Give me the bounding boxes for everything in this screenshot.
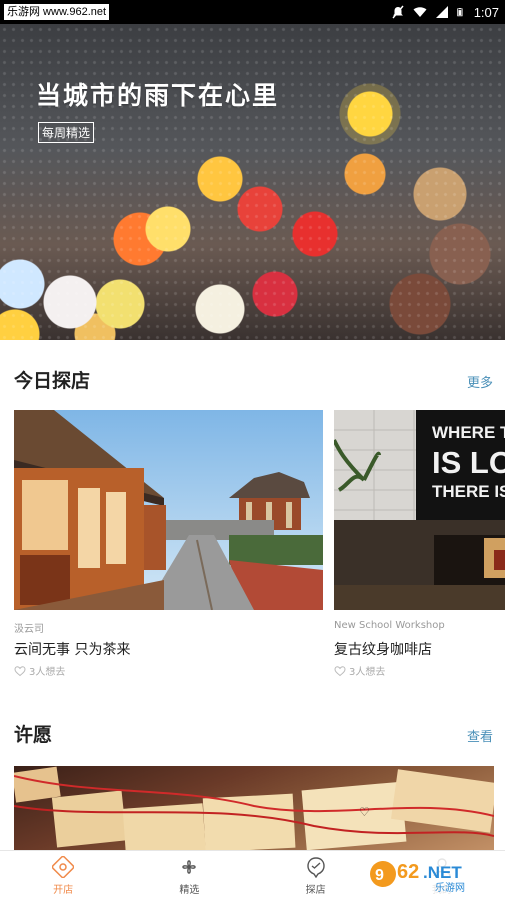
svg-text:WHERE THERE: WHERE THERE (432, 423, 505, 442)
shop-card-title: 复古纹身咖啡店 (334, 642, 432, 658)
weekly-pick-tag: 每周精选 (38, 122, 95, 143)
svg-text:♡: ♡ (359, 805, 370, 819)
today-shops-title: 今日探店 (14, 370, 91, 392)
want-to-go[interactable]: 3人想去 (14, 663, 323, 678)
wish-title: 许愿 (14, 724, 53, 746)
shop-card-title: 云间无事 只为茶来 (14, 642, 131, 658)
wifi-icon (413, 7, 427, 17)
status-icons: 1:07 (391, 0, 499, 24)
want-to-go[interactable]: 3人想去 (334, 663, 505, 678)
svg-text:THERE IS LIFE: THERE IS LIFE (432, 482, 505, 501)
shop-cards-carousel[interactable]: 汲云司 云间无事 只为茶来 3人想去 WHERE THERE (14, 410, 505, 680)
svg-text:.NET: .NET (423, 863, 462, 882)
clock: 1:07 (473, 4, 499, 20)
tab-featured[interactable]: 精选 (126, 851, 252, 900)
view-link[interactable]: 查看 (467, 726, 493, 745)
tab-explore[interactable]: 探店 (253, 851, 379, 900)
shop-icon (52, 855, 75, 878)
tab-label: 探店 (305, 884, 326, 896)
teahouse-photo (14, 410, 323, 610)
shop-card-subtitle: New School Workshop (334, 620, 445, 631)
site-label: 乐游网 www.962.net (4, 4, 110, 20)
status-bar: 乐游网 www.962.net 1:07 (0, 0, 505, 24)
svg-text:乐游网: 乐游网 (435, 881, 465, 894)
tattoo-cafe-photo: WHERE THERE IS LOVE THERE IS LIFE (334, 410, 505, 610)
svg-text:IS LOVE: IS LOVE (432, 445, 505, 480)
shop-card[interactable]: 汲云司 云间无事 只为茶来 3人想去 (14, 410, 323, 678)
shop-card[interactable]: WHERE THERE IS LOVE THERE IS LIFE New Sc… (334, 410, 505, 678)
heart-icon[interactable] (334, 665, 346, 677)
tab-open-shop[interactable]: 开店 (0, 851, 126, 900)
hero-title: 当城市的雨下在心里 (36, 81, 280, 110)
want-to-go-count: 3人想去 (29, 667, 66, 678)
site-logo: 9 62 .NET 乐游网 (369, 854, 497, 894)
notification-off-icon (392, 5, 404, 19)
site-watermark: 9 62 .NET 乐游网 (365, 852, 501, 896)
more-link[interactable]: 更多 (467, 372, 493, 391)
today-shops-header: 今日探店 更多 (14, 366, 493, 396)
shop-card-image: WHERE THERE IS LOVE THERE IS LIFE (334, 410, 505, 610)
shop-card-image (14, 410, 323, 610)
battery-icon (456, 8, 463, 17)
heart-icon[interactable] (14, 665, 26, 677)
wish-header: 许愿 查看 (14, 720, 493, 750)
wish-banner-image[interactable]: ♡ (14, 766, 494, 850)
clover-icon (182, 859, 197, 874)
tab-label: 开店 (53, 884, 74, 896)
signal-icon (435, 6, 448, 18)
shop-card-subtitle: 汲云司 (14, 624, 44, 635)
hero-banner[interactable]: 当城市的雨下在心里 每周精选 (0, 24, 505, 340)
want-to-go-count: 3人想去 (349, 667, 386, 678)
svg-text:9: 9 (375, 867, 384, 884)
tab-label: 精选 (179, 884, 200, 896)
svg-text:62: 62 (397, 861, 419, 883)
explore-icon (306, 856, 325, 878)
wish-plaques-photo: ♡ (14, 766, 494, 850)
